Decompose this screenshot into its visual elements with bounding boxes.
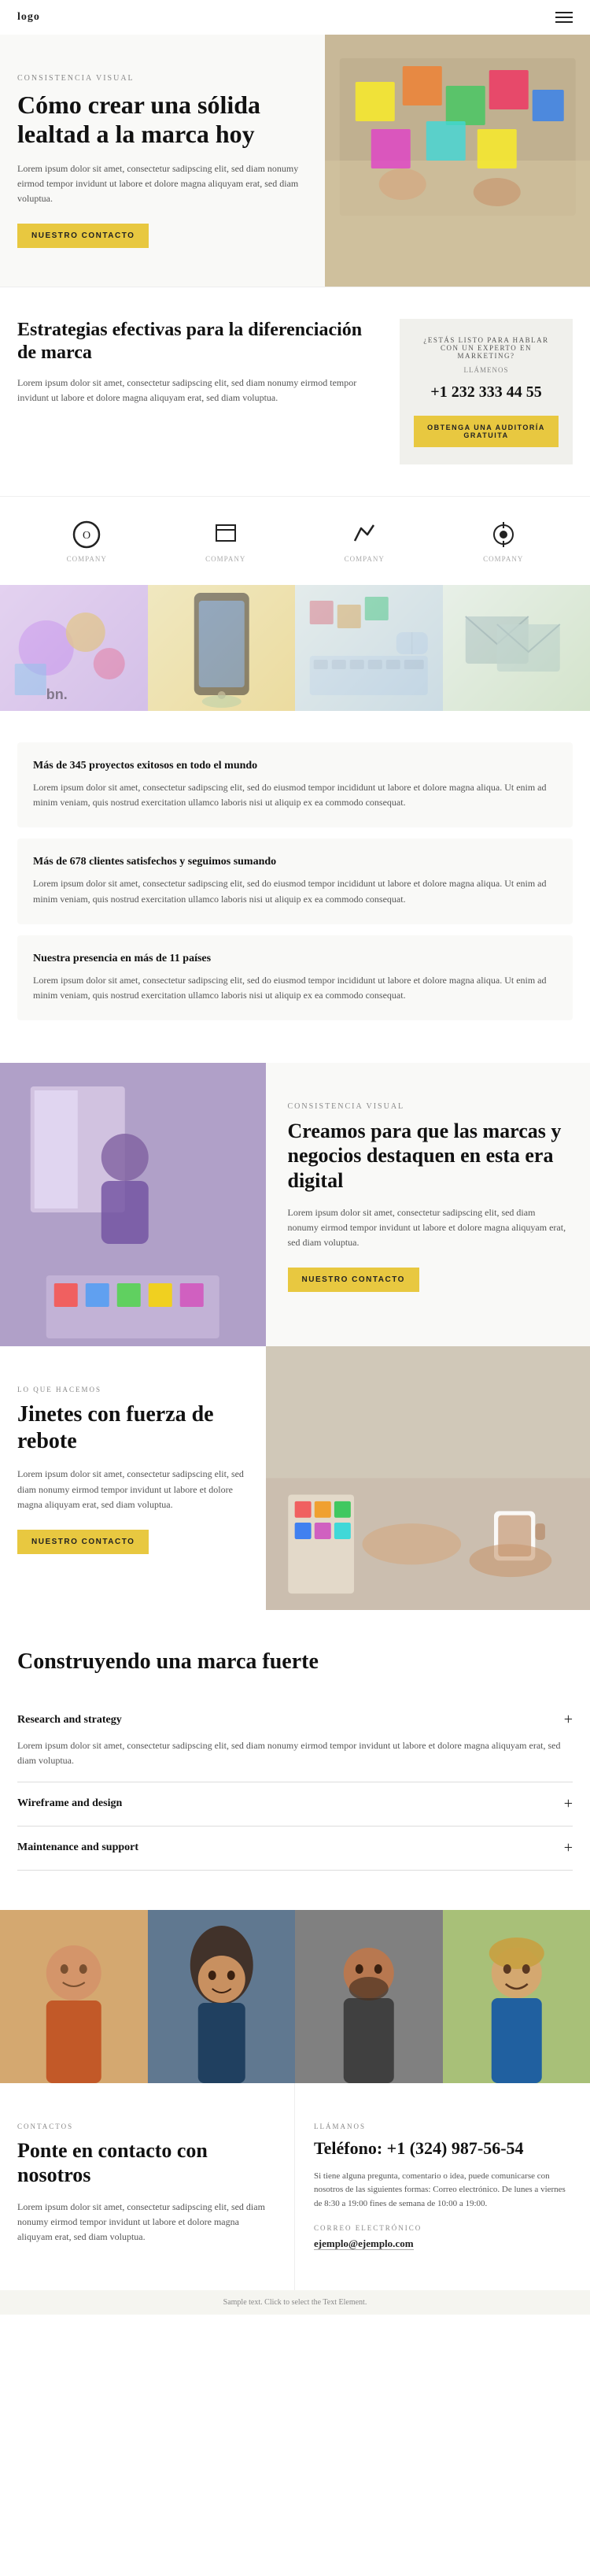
logos-section: O COMPANY COMPANY COMPANY COMPANY xyxy=(0,496,590,585)
accordion-icon-3: + xyxy=(564,1839,573,1857)
company-label-3: COMPANY xyxy=(345,555,385,563)
logo-item-1: O COMPANY xyxy=(67,519,107,563)
site-footer: Sample text. Click to select the Text El… xyxy=(0,2290,590,2315)
hero-image xyxy=(325,35,590,287)
hamburger-menu[interactable] xyxy=(555,12,573,23)
llamanos-label: LLÁMANOS xyxy=(314,2123,573,2130)
company-label-4: COMPANY xyxy=(483,555,523,563)
brand-creation-title: Creamos para que las marcas y negocios d… xyxy=(288,1119,569,1193)
logo-item-3: COMPANY xyxy=(345,519,385,563)
jinetes-section: LO QUE HACEMOS Jinetes con fuerza de reb… xyxy=(0,1346,590,1610)
hero-description: Lorem ipsum dolor sit amet, consectetur … xyxy=(17,161,308,207)
strip-image-1: bn. xyxy=(0,585,148,711)
logo-item-2: COMPANY xyxy=(205,519,245,563)
stat-title-1: Más de 345 proyectos exitosos en todo el… xyxy=(33,760,557,772)
stat-text-1: Lorem ipsum dolor sit amet, consectetur … xyxy=(33,780,557,810)
stat-title-2: Más de 678 clientes satisfechos y seguim… xyxy=(33,856,557,868)
hero-content: CONSISTENCIA VISUAL Cómo crear una sólid… xyxy=(0,35,325,287)
accordion-icon-2: + xyxy=(564,1795,573,1813)
logo-item-4: COMPANY xyxy=(483,519,523,563)
hero-cta-button[interactable]: NUESTRO CONTACTO xyxy=(17,224,149,248)
strategy-title: Estrategias efectivas para la diferencia… xyxy=(17,319,376,365)
contact-title: Ponte en contacto con nosotros xyxy=(17,2138,275,2187)
jinetes-content: LO QUE HACEMOS Jinetes con fuerza de reb… xyxy=(0,1346,266,1610)
stat-text-2: Lorem ipsum dolor sit amet, consectetur … xyxy=(33,876,557,906)
jinetes-image xyxy=(266,1346,590,1610)
strip-image-3 xyxy=(295,585,443,711)
contactos-label: CONTACTOS xyxy=(17,2123,275,2130)
accordion-item-1: Research and strategy + Lorem ipsum dolo… xyxy=(17,1698,573,1782)
what-we-do-label: LO QUE HACEMOS xyxy=(17,1386,249,1393)
svg-text:bn.: bn. xyxy=(46,687,68,702)
hero-image-placeholder xyxy=(325,35,590,287)
strategy-call-label: LLÁMENOS xyxy=(414,366,559,374)
contact-description: Lorem ipsum dolor sit amet, consectetur … xyxy=(17,2200,275,2245)
accordion-content-1: Lorem ipsum dolor sit amet, consectetur … xyxy=(17,1729,573,1768)
accordion-header-2[interactable]: Wireframe and design + xyxy=(17,1795,573,1813)
contact-right: LLÁMANOS Teléfono: +1 (324) 987-56-54 Si… xyxy=(295,2083,590,2290)
strategy-section: Estrategias efectivas para la diferencia… xyxy=(0,287,590,496)
brand-creation-cta[interactable]: NUESTRO CONTACTO xyxy=(288,1268,419,1292)
accordion-icon-1: + xyxy=(564,1711,573,1729)
stats-section: Más de 345 proyectos exitosos en todo el… xyxy=(0,711,590,1063)
strip-image-4 xyxy=(443,585,590,711)
accordion-title-1: Research and strategy xyxy=(17,1714,122,1727)
team-section xyxy=(0,1910,590,2083)
brand-creation-content: CONSISTENCIA VISUAL Creamos para que las… xyxy=(266,1063,590,1346)
stat-title-3: Nuestra presencia en más de 11 países xyxy=(33,953,557,965)
contact-left: CONTACTOS Ponte en contacto con nosotros… xyxy=(0,2083,295,2290)
team-photo-2 xyxy=(148,1910,296,2083)
company-logo-4 xyxy=(488,519,519,550)
jinetes-title: Jinetes con fuerza de rebote xyxy=(17,1401,249,1454)
hero-img-bg xyxy=(325,35,590,287)
team-photo-3 xyxy=(295,1910,443,2083)
strip-image-2 xyxy=(148,585,296,711)
jinetes-cta[interactable]: NUESTRO CONTACTO xyxy=(17,1530,149,1554)
hero-title: Cómo crear una sólida lealtad a la marca… xyxy=(17,91,308,149)
logo: logo xyxy=(17,11,40,24)
stat-item-2: Más de 678 clientes satisfechos y seguim… xyxy=(17,838,573,923)
accordion-item-3: Maintenance and support + Lorem ipsum do… xyxy=(17,1827,573,1871)
strategy-ready-label: ¿ESTÁS LISTO PARA HABLAR CON UN EXPERTO … xyxy=(414,336,559,360)
company-logo-1: O xyxy=(71,519,102,550)
footer-text: Sample text. Click to select the Text El… xyxy=(17,2298,573,2307)
construyendo-title: Construyendo una marca fuerte xyxy=(17,1649,573,1675)
team-photo-1 xyxy=(0,1910,148,2083)
jinetes-description: Lorem ipsum dolor sit amet, consectetur … xyxy=(17,1467,249,1512)
stat-item-1: Más de 345 proyectos exitosos en todo el… xyxy=(17,742,573,827)
company-label-1: COMPANY xyxy=(67,555,107,563)
brand-consistency-label: CONSISTENCIA VISUAL xyxy=(288,1102,569,1111)
image-strip: bn. xyxy=(0,585,590,711)
site-header: logo xyxy=(0,0,590,35)
contact-email[interactable]: ejemplo@ejemplo.com xyxy=(314,2237,414,2250)
brand-creation-section: CONSISTENCIA VISUAL Creamos para que las… xyxy=(0,1063,590,1346)
strategy-description: Lorem ipsum dolor sit amet, consectetur … xyxy=(17,376,376,405)
stat-text-3: Lorem ipsum dolor sit amet, consectetur … xyxy=(33,973,557,1003)
company-label-2: COMPANY xyxy=(205,555,245,563)
accordion-title-2: Wireframe and design xyxy=(17,1797,122,1810)
hero-consistency-label: CONSISTENCIA VISUAL xyxy=(17,74,308,83)
strategy-cta-button[interactable]: OBTENGA UNA AUDITORÍA GRATUITA xyxy=(414,416,559,447)
accordion-header-1[interactable]: Research and strategy + xyxy=(17,1711,573,1729)
strategy-phone: +1 232 333 44 55 xyxy=(414,383,559,402)
team-photo-4 xyxy=(443,1910,590,2083)
contact-phone-desc: Si tiene alguna pregunta, comentario o i… xyxy=(314,2170,573,2211)
email-label: CORREO ELECTRÓNICO xyxy=(314,2224,573,2232)
svg-text:O: O xyxy=(83,530,90,542)
brand-creation-description: Lorem ipsum dolor sit amet, consectetur … xyxy=(288,1205,569,1251)
accordion-title-3: Maintenance and support xyxy=(17,1841,138,1854)
company-logo-3 xyxy=(348,519,380,550)
accordion-item-2: Wireframe and design + Lorem ipsum dolor… xyxy=(17,1782,573,1827)
contact-section: CONTACTOS Ponte en contacto con nosotros… xyxy=(0,2083,590,2290)
strategy-cta-box: ¿ESTÁS LISTO PARA HABLAR CON UN EXPERTO … xyxy=(400,319,573,464)
company-logo-2 xyxy=(210,519,242,550)
strategy-content: Estrategias efectivas para la diferencia… xyxy=(17,319,376,464)
construyendo-section: Construyendo una marca fuerte Research a… xyxy=(0,1610,590,1909)
brand-creation-image xyxy=(0,1063,266,1346)
accordion-header-3[interactable]: Maintenance and support + xyxy=(17,1839,573,1857)
hero-section: CONSISTENCIA VISUAL Cómo crear una sólid… xyxy=(0,35,590,287)
contact-phone: Teléfono: +1 (324) 987-56-54 xyxy=(314,2138,573,2159)
stat-item-3: Nuestra presencia en más de 11 países Lo… xyxy=(17,935,573,1020)
